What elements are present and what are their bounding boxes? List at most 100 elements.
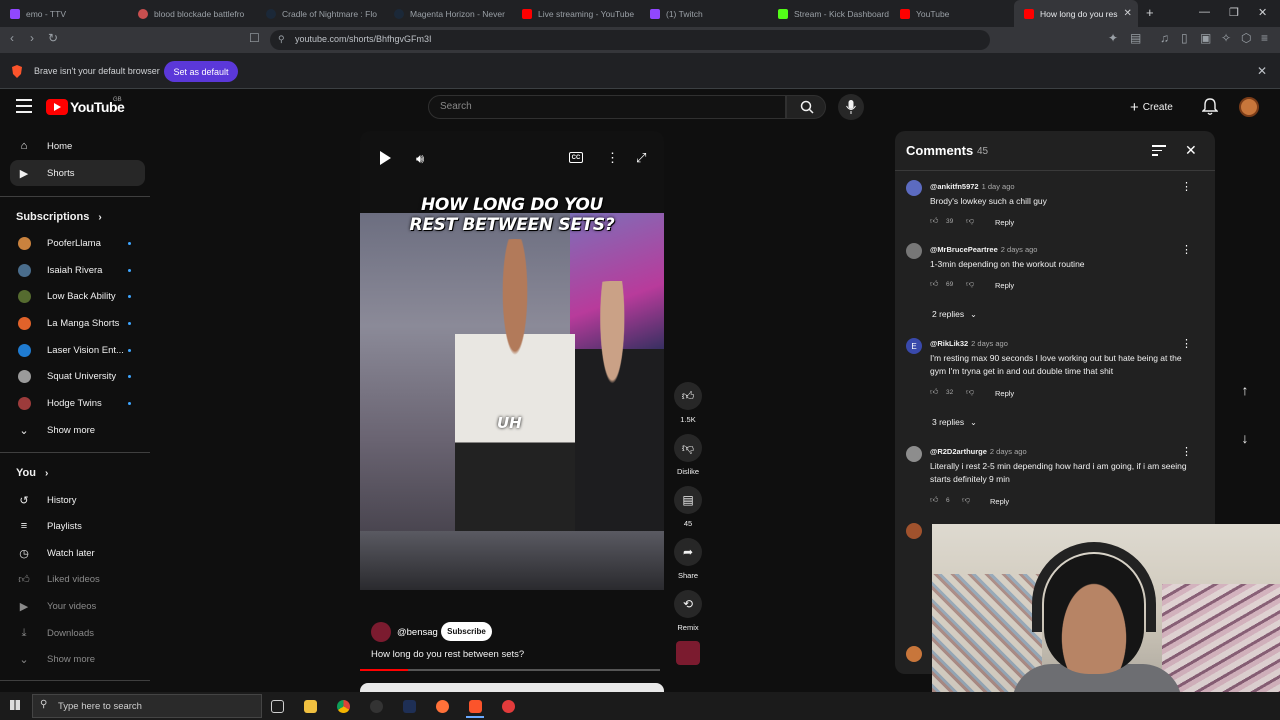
commenter-avatar[interactable] bbox=[906, 446, 922, 462]
media-icon[interactable]: ♫ bbox=[1160, 31, 1169, 45]
set-default-button[interactable]: Set as default bbox=[164, 61, 238, 82]
browser-menu-icon[interactable]: ≡ bbox=[1261, 31, 1268, 45]
subscribe-button[interactable]: Subscribe bbox=[441, 622, 492, 641]
search-input[interactable] bbox=[428, 95, 786, 119]
close-window-icon[interactable]: ✕ bbox=[1258, 6, 1267, 19]
obs-icon[interactable] bbox=[370, 700, 383, 713]
shorts-video-player[interactable]: HOW LONG DO YOU REST BETWEEN SETS? UH 🔊︎… bbox=[360, 131, 664, 590]
site-info-icon[interactable]: ⚲ bbox=[278, 34, 285, 45]
reload-icon[interactable]: ↻ bbox=[48, 31, 58, 45]
video-description[interactable]: How long do you rest between sets? bbox=[371, 649, 524, 660]
sidebar-subscription[interactable]: La Manga Shorts bbox=[0, 310, 150, 336]
you-heading[interactable]: You › bbox=[16, 467, 48, 479]
reading-list-icon[interactable]: ▤ bbox=[1130, 31, 1141, 45]
sidebar-subscription[interactable]: Hodge Twins bbox=[0, 390, 150, 416]
comment-like-icon[interactable]: 👍︎ bbox=[930, 387, 938, 397]
sidebar-subscription[interactable]: Isaiah Rivera bbox=[0, 257, 150, 283]
fullscreen-icon[interactable]: ⤢ bbox=[636, 150, 646, 166]
file-explorer-icon[interactable] bbox=[304, 700, 317, 713]
view-replies-button[interactable]: 3 replies ⌄ bbox=[932, 417, 977, 427]
browser-tab[interactable]: Cradle of Nightmare : Flo bbox=[256, 0, 384, 27]
wallet-icon[interactable]: ▣ bbox=[1200, 31, 1211, 45]
comment-dislike-icon[interactable]: 👎︎ bbox=[966, 216, 974, 226]
next-short-icon[interactable]: ↓ bbox=[1236, 430, 1254, 448]
brave-icon[interactable] bbox=[469, 700, 482, 713]
close-comments-icon[interactable]: ✕ bbox=[1185, 142, 1197, 159]
close-infobar-icon[interactable]: ✕ bbox=[1257, 64, 1267, 78]
youtube-logo-icon[interactable] bbox=[46, 99, 68, 115]
dislike-button[interactable]: 👎︎ Dislike bbox=[672, 434, 704, 476]
comment-dislike-icon[interactable]: 👎︎ bbox=[966, 387, 974, 397]
creator-avatar[interactable] bbox=[371, 622, 391, 642]
more-options-icon[interactable]: ⋮ bbox=[606, 150, 619, 166]
hamburger-menu-icon[interactable] bbox=[16, 99, 32, 113]
volume-icon[interactable]: 🔊︎ bbox=[416, 151, 424, 167]
sidebar-show-more[interactable]: ⌄ Show more bbox=[0, 417, 150, 443]
vpn-icon[interactable]: ⬡ bbox=[1241, 31, 1251, 45]
browser-tab-active[interactable]: How long do you res ✕ bbox=[1014, 0, 1138, 27]
comment-author[interactable]: @RikLik32 2 days ago bbox=[930, 339, 1008, 348]
comment-dislike-icon[interactable]: 👎︎ bbox=[962, 495, 970, 505]
previous-short-icon[interactable]: ↑ bbox=[1236, 382, 1254, 400]
sort-comments-icon[interactable] bbox=[1152, 145, 1166, 157]
account-avatar[interactable] bbox=[1239, 97, 1259, 117]
comment-reply-button[interactable]: Reply bbox=[995, 389, 1014, 398]
extensions-icon[interactable]: ✦ bbox=[1108, 31, 1118, 45]
browser-tab[interactable]: emo - TTV bbox=[0, 0, 128, 27]
sidebar-subscription[interactable]: Squat University bbox=[0, 363, 150, 389]
sidebar-item-liked-videos[interactable]: 👍︎ Liked videos bbox=[0, 566, 150, 592]
new-tab-button[interactable]: + bbox=[1146, 5, 1154, 20]
comment-like-icon[interactable]: 👍︎ bbox=[930, 216, 938, 226]
comment-like-icon[interactable]: 👍︎ bbox=[930, 495, 938, 505]
app-icon[interactable] bbox=[502, 700, 515, 713]
comment-reply-button[interactable]: Reply bbox=[995, 281, 1014, 290]
comments-button[interactable]: ▤ 45 bbox=[672, 486, 704, 528]
chrome-icon[interactable] bbox=[337, 700, 350, 713]
sidebar-subscription[interactable]: Laser Vision Ent... bbox=[0, 337, 150, 363]
search-button[interactable] bbox=[786, 95, 826, 119]
vs-code-icon[interactable] bbox=[403, 700, 416, 713]
share-button[interactable]: ➦ Share bbox=[672, 538, 704, 580]
play-icon[interactable] bbox=[380, 151, 391, 165]
comment-menu-icon[interactable]: ⋮ bbox=[1181, 445, 1192, 458]
remix-button[interactable]: ⟲ Remix bbox=[672, 590, 704, 632]
comment-reply-button[interactable]: Reply bbox=[990, 497, 1009, 506]
sidebar-item-history[interactable]: ↺ History bbox=[0, 487, 150, 513]
browser-tab[interactable]: (1) Twitch bbox=[640, 0, 768, 27]
sidebar-toggle-icon[interactable]: ▯ bbox=[1181, 31, 1188, 45]
creator-handle[interactable]: @bensag bbox=[397, 627, 438, 638]
comment-menu-icon[interactable]: ⋮ bbox=[1181, 180, 1192, 193]
minimize-icon[interactable]: — bbox=[1199, 6, 1210, 18]
commenter-avatar[interactable] bbox=[906, 180, 922, 196]
sound-thumbnail[interactable] bbox=[676, 641, 700, 665]
browser-tab[interactable]: blood blockade battlefro bbox=[128, 0, 256, 27]
sidebar-subscription[interactable]: PooferLlama bbox=[0, 230, 150, 256]
comment-menu-icon[interactable]: ⋮ bbox=[1181, 337, 1192, 350]
sidebar-item-your-videos[interactable]: ▶ Your videos bbox=[0, 593, 150, 619]
sidebar-item-shorts[interactable]: ▶ Shorts bbox=[10, 160, 145, 186]
like-button[interactable]: 👍︎ 1.5K bbox=[672, 382, 704, 424]
create-button[interactable]: + Create bbox=[1130, 94, 1190, 120]
browser-tab[interactable]: Stream - Kick Dashboard bbox=[768, 0, 896, 27]
browser-tab[interactable]: YouTube bbox=[890, 0, 1014, 27]
comment-author[interactable]: @R2D2arthurge 2 days ago bbox=[930, 447, 1027, 456]
browser-tab[interactable]: Magenta Horizon - Never bbox=[384, 0, 512, 27]
commenter-avatar[interactable]: E bbox=[906, 338, 922, 354]
forward-icon[interactable]: › bbox=[30, 31, 34, 45]
sidebar-item-home[interactable]: ⌂ Home bbox=[0, 133, 150, 159]
view-replies-button[interactable]: 2 replies ⌄ bbox=[932, 309, 977, 319]
comment-author[interactable]: @MrBrucePeartree 2 days ago bbox=[930, 245, 1037, 254]
comment-like-icon[interactable]: 👍︎ bbox=[930, 279, 938, 289]
commenter-avatar[interactable] bbox=[906, 523, 922, 539]
comment-reply-button[interactable]: Reply bbox=[995, 218, 1014, 227]
comment-dislike-icon[interactable]: 👎︎ bbox=[966, 279, 974, 289]
url-text[interactable]: youtube.com/shorts/BhfhgvGFm3I bbox=[295, 34, 432, 44]
subscriptions-heading[interactable]: Subscriptions › bbox=[16, 211, 102, 223]
comment-menu-icon[interactable]: ⋮ bbox=[1181, 243, 1192, 256]
close-tab-icon[interactable]: ✕ bbox=[1124, 8, 1132, 19]
voice-search-button[interactable] bbox=[838, 94, 864, 120]
leo-ai-icon[interactable]: ✧ bbox=[1221, 31, 1231, 45]
back-icon[interactable]: ‹ bbox=[10, 31, 14, 45]
captions-icon[interactable]: CC bbox=[569, 152, 583, 163]
browser-tab[interactable]: Live streaming - YouTube bbox=[512, 0, 640, 27]
